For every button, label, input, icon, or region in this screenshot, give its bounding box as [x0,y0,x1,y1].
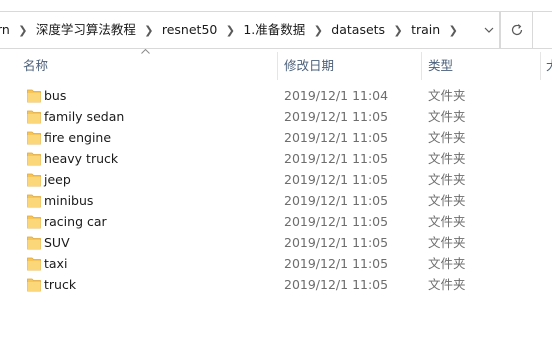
file-date: 2019/12/1 11:05 [284,130,389,145]
file-name: fire engine [44,130,112,145]
address-history-button[interactable] [476,11,501,49]
breadcrumb-item[interactable]: 深度学习算法教程 [30,12,142,48]
file-list: bus 2019/12/1 11:04 文件夹 family sedan 2019/12… [0,85,552,295]
file-row[interactable]: family sedan 2019/12/1 11:05 文件夹 [0,106,552,127]
chevron-right-icon[interactable]: ❯ [142,12,156,48]
file-date: 2019/12/1 11:05 [284,235,389,250]
chevron-down-icon [484,27,493,33]
file-type: 文件夹 [428,256,466,271]
file-name: jeep [44,172,71,187]
column-header-size[interactable]: 大 [546,50,552,82]
search-box[interactable] [533,11,552,49]
file-name: SUV [44,235,70,250]
column-divider[interactable] [540,52,541,80]
address-bar[interactable]: rn ❯ 深度学习算法教程 ❯ resnet50 ❯ 1.准备数据 ❯ data… [0,11,500,49]
file-name: truck [44,277,77,292]
folder-icon [27,236,41,250]
column-header-name[interactable]: 名称 [23,50,48,82]
breadcrumb-item[interactable]: resnet50 [156,12,224,48]
file-row[interactable]: heavy truck 2019/12/1 11:05 文件夹 [0,148,552,169]
column-divider[interactable] [421,52,422,80]
file-name: family sedan [44,109,125,124]
file-row[interactable]: bus 2019/12/1 11:04 文件夹 [0,85,552,106]
file-type: 文件夹 [428,130,466,145]
folder-icon [27,278,41,292]
chevron-right-icon[interactable]: ❯ [446,12,460,48]
file-name: racing car [44,214,107,229]
folder-icon [27,194,41,208]
breadcrumb-item-current[interactable]: train [405,12,446,48]
refresh-icon [511,24,522,36]
file-name: heavy truck [44,151,119,166]
folder-icon [27,89,41,103]
file-type: 文件夹 [428,214,466,229]
file-row[interactable]: racing car 2019/12/1 11:05 文件夹 [0,211,552,232]
file-row[interactable]: taxi 2019/12/1 11:05 文件夹 [0,253,552,274]
breadcrumb: rn ❯ 深度学习算法教程 ❯ resnet50 ❯ 1.准备数据 ❯ data… [0,12,460,48]
column-divider[interactable] [277,52,278,80]
file-type: 文件夹 [428,88,466,103]
file-name: taxi [44,256,68,271]
column-header-type[interactable]: 类型 [428,50,453,82]
file-date: 2019/12/1 11:05 [284,214,389,229]
folder-icon [27,173,41,187]
file-row[interactable]: jeep 2019/12/1 11:05 文件夹 [0,169,552,190]
file-name: bus [44,88,67,103]
breadcrumb-item[interactable]: 1.准备数据 [237,12,311,48]
file-date: 2019/12/1 11:05 [284,277,389,292]
folder-icon [27,110,41,124]
chevron-right-icon[interactable]: ❯ [391,12,405,48]
folder-icon [27,257,41,271]
folder-icon [27,152,41,166]
file-date: 2019/12/1 11:05 [284,193,389,208]
file-date: 2019/12/1 11:04 [284,88,389,103]
chevron-right-icon[interactable]: ❯ [16,12,30,48]
file-type: 文件夹 [428,172,466,187]
breadcrumb-item[interactable]: datasets [325,12,391,48]
chevron-right-icon[interactable]: ❯ [223,12,237,48]
file-type: 文件夹 [428,151,466,166]
folder-icon [27,131,41,145]
file-date: 2019/12/1 11:05 [284,151,389,166]
column-header-row: 名称 修改日期 类型 大 [0,50,552,82]
file-date: 2019/12/1 11:05 [284,109,389,124]
breadcrumb-item[interactable]: rn [0,12,16,48]
file-row[interactable]: SUV 2019/12/1 11:05 文件夹 [0,232,552,253]
address-bar-area: rn ❯ 深度学习算法教程 ❯ resnet50 ❯ 1.准备数据 ❯ data… [0,0,552,49]
file-row[interactable]: fire engine 2019/12/1 11:05 文件夹 [0,127,552,148]
file-date: 2019/12/1 11:05 [284,172,389,187]
file-type: 文件夹 [428,193,466,208]
column-header-date[interactable]: 修改日期 [284,50,334,82]
chevron-right-icon[interactable]: ❯ [311,12,325,48]
file-row[interactable]: minibus 2019/12/1 11:05 文件夹 [0,190,552,211]
file-name: minibus [44,193,94,208]
refresh-button[interactable] [500,11,533,49]
file-type: 文件夹 [428,277,466,292]
file-type: 文件夹 [428,235,466,250]
file-type: 文件夹 [428,109,466,124]
folder-icon [27,215,41,229]
file-date: 2019/12/1 11:05 [284,256,389,271]
file-row[interactable]: truck 2019/12/1 11:05 文件夹 [0,274,552,295]
